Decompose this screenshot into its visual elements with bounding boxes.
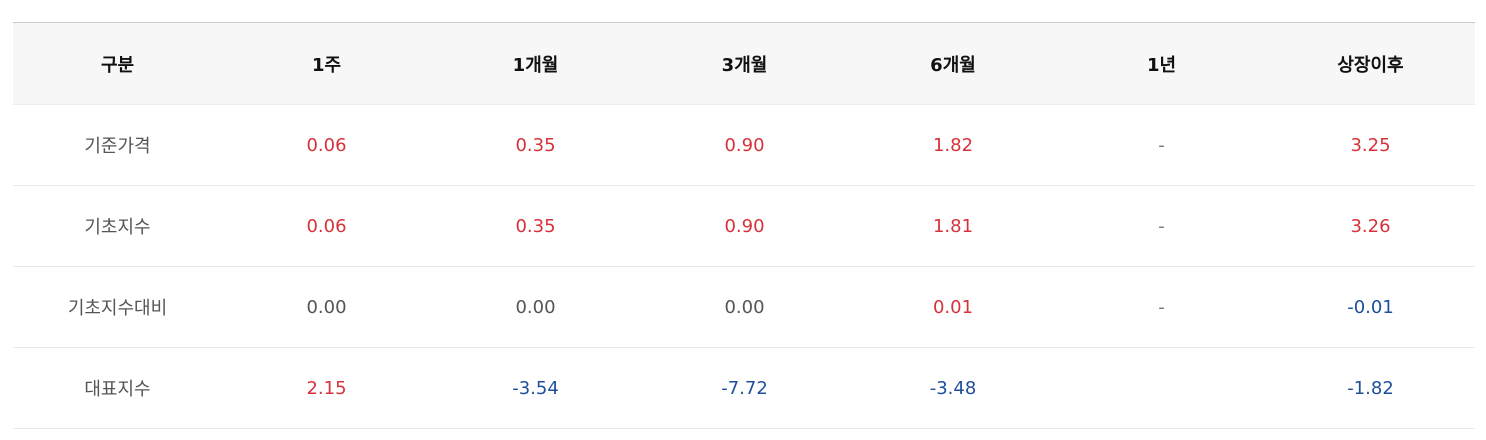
row-label: 대표지수 [13,347,222,429]
table-cell: 0.06 [222,104,431,186]
header-row: 구분 1주 1개월 3개월 6개월 1년 상장이후 [13,22,1475,105]
table-cell: -3.48 [849,347,1057,429]
table-cell: 0.06 [222,185,431,267]
table-cell: - [1057,185,1266,267]
table-row: 대표지수 2.15 -3.54 -7.72 -3.48 -1.82 [13,347,1475,429]
table-cell: -3.54 [431,347,640,429]
row-label: 기초지수대비 [13,266,222,348]
header-since-listing: 상장이후 [1266,22,1475,105]
header-3-months: 3개월 [640,22,849,105]
table-row: 기초지수 0.06 0.35 0.90 1.81 - 3.26 [13,185,1475,267]
row-label: 기준가격 [13,104,222,186]
table-cell: - [1057,104,1266,186]
table-cell: 3.26 [1266,185,1475,267]
header-category: 구분 [13,22,222,105]
table-cell: 1.82 [849,104,1057,186]
table-cell: 0.00 [431,266,640,348]
row-label: 기초지수 [13,185,222,267]
table-cell: -1.82 [1266,347,1475,429]
table-cell: 3.25 [1266,104,1475,186]
table-cell: 0.00 [640,266,849,348]
table-cell: 0.35 [431,104,640,186]
table-cell: 0.90 [640,104,849,186]
table-cell: -7.72 [640,347,849,429]
header-1-week: 1주 [222,22,431,105]
performance-table-container: 구분 1주 1개월 3개월 6개월 1년 상장이후 기준가격 0.06 0.35… [13,22,1475,429]
performance-table: 구분 1주 1개월 3개월 6개월 1년 상장이후 기준가격 0.06 0.35… [13,22,1475,429]
table-cell: 0.90 [640,185,849,267]
header-6-months: 6개월 [849,22,1057,105]
table-cell [1057,347,1266,429]
table-cell: - [1057,266,1266,348]
table-cell: 2.15 [222,347,431,429]
header-1-month: 1개월 [431,22,640,105]
header-1-year: 1년 [1057,22,1266,105]
table-cell: 0.35 [431,185,640,267]
table-row: 기초지수대비 0.00 0.00 0.00 0.01 - -0.01 [13,266,1475,348]
table-row: 기준가격 0.06 0.35 0.90 1.82 - 3.25 [13,104,1475,186]
table-cell: 1.81 [849,185,1057,267]
table-cell: 0.01 [849,266,1057,348]
table-cell: -0.01 [1266,266,1475,348]
table-cell: 0.00 [222,266,431,348]
